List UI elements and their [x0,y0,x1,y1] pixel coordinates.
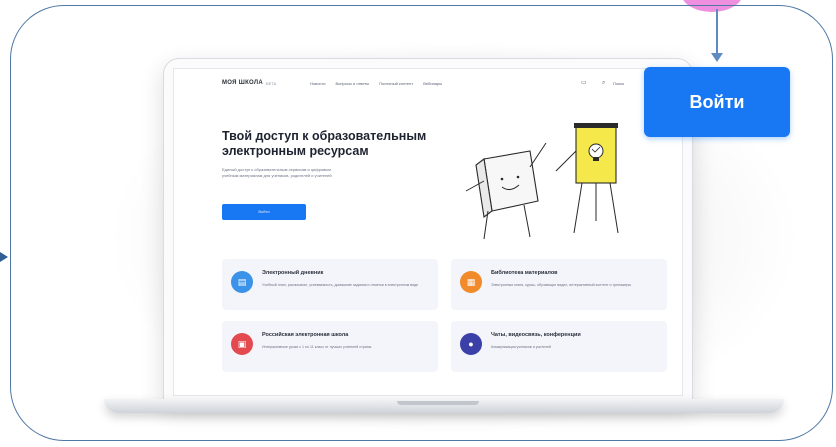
card-desc: Коммуникация учеников и учителей [491,345,551,349]
card-diary[interactable]: ▤ Электронный дневник Учебный план, расп… [222,259,438,310]
hero-subtitle: Единый доступ к образовательным сервисам… [222,167,332,178]
site-logo[interactable]: МОЯ ШКОЛА [222,80,263,86]
arrow-down-icon [711,53,723,62]
login-button[interactable]: Войти [644,67,790,137]
card-title: Чаты, видеосвязь, конференции [491,332,581,338]
nav-item-faq[interactable]: Вопросы и ответы [335,81,369,86]
hero-illustration [465,123,619,240]
nav-item-news[interactable]: Новости [310,81,325,86]
card-title: Электронный дневник [262,270,324,276]
stage: МОЯ ШКОЛА БЕТА Новости Вопросы и ответы … [0,0,836,447]
card-library[interactable]: ▦ Библиотека материалов Электронные книг… [451,259,667,310]
book-icon: ▤ [231,271,253,293]
arrow-line [716,9,718,55]
site-logo-tag: БЕТА [266,81,277,86]
site-header: МОЯ ШКОЛА БЕТА Новости Вопросы и ответы … [174,69,682,99]
site-nav: Новости Вопросы и ответы Полезный контен… [310,81,442,86]
nav-item-content[interactable]: Полезный контент [379,81,413,86]
card-resh[interactable]: ▣ Российская электронная школа Интеракти… [222,321,438,372]
card-title: Библиотека материалов [491,270,558,276]
library-icon: ▦ [460,271,482,293]
laptop-notch [397,401,479,405]
hero-login-button[interactable]: Войти [222,204,306,220]
accessibility-icon[interactable]: ▭ [581,80,588,86]
chat-icon: ● [460,333,482,355]
school-icon: ▣ [231,333,253,355]
card-desc: Интерактивные уроки с 1 по 11 класс от л… [262,345,372,349]
laptop-screen: МОЯ ШКОЛА БЕТА Новости Вопросы и ответы … [173,68,683,396]
nav-item-webinars[interactable]: Вебинары [423,81,442,86]
card-chats[interactable]: ● Чаты, видеосвязь, конференции Коммуник… [451,321,667,372]
left-arrow-icon [0,252,8,262]
hero-title: Твой доступ к образовательным электронны… [222,129,427,158]
search-icon[interactable]: ⌕ [602,80,609,86]
card-desc: Учебный план, расписание, успеваемость, … [262,283,419,287]
card-desc: Электронные книги, курсы, обучающие виде… [491,283,632,287]
search-label[interactable]: Поиск [613,81,624,86]
card-title: Российская электронная школа [262,332,349,338]
